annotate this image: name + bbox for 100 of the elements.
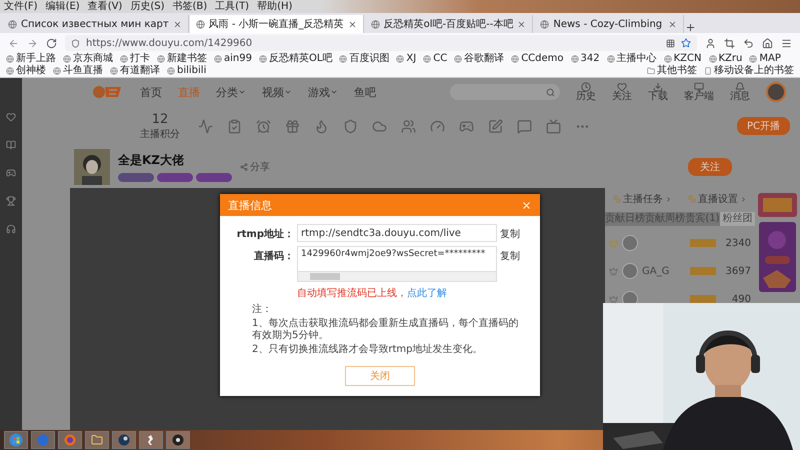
globe-icon — [8, 20, 17, 28]
menu-icon[interactable] — [781, 38, 792, 48]
nav-link[interactable]: 游戏 — [308, 84, 338, 100]
panel-link[interactable]: 直播设置 — [688, 192, 747, 206]
bookmark-folder[interactable]: 其他书签 — [647, 65, 697, 77]
browser-tab[interactable]: 风雨 - 小斯一碗直播_反恐精英 — [190, 15, 364, 33]
note-text: 1、每次点击获取推流码都会重新生成直播码，每个直播码的有效期为5分钟。 — [252, 318, 520, 342]
copy-link[interactable]: 复制 — [500, 246, 520, 263]
shield-icon[interactable] — [343, 118, 358, 134]
edit-icon[interactable] — [488, 118, 503, 134]
panel-link[interactable]: 主播任务 — [613, 192, 672, 206]
bookmark[interactable]: 创神楼 — [6, 65, 46, 77]
close-icon[interactable] — [348, 20, 357, 28]
bookmark[interactable]: ain99 — [214, 53, 252, 65]
folder-icon — [647, 67, 655, 75]
rtmp-field[interactable]: rtmp://sendtc3a.douyu.com/live — [297, 224, 497, 242]
rank-tab[interactable]: 粉丝团 — [720, 212, 755, 226]
globe-icon — [423, 55, 432, 63]
close-icon[interactable] — [517, 20, 526, 28]
new-tab-icon[interactable] — [685, 22, 696, 33]
close-icon[interactable] — [172, 20, 182, 28]
bookmark[interactable]: bilibili — [167, 65, 206, 77]
book-icon[interactable] — [6, 140, 16, 150]
headset-icon[interactable] — [6, 224, 16, 234]
user-menu-item[interactable]: 消息 — [730, 82, 750, 102]
gauge-icon[interactable] — [430, 118, 445, 134]
flame-icon[interactable] — [314, 118, 329, 134]
bookmark[interactable]: 斗鱼直播 — [53, 65, 103, 77]
user-name: GA_G — [642, 266, 670, 276]
menu-item[interactable]: 文件(F) — [4, 0, 38, 12]
bookmark[interactable]: CCdemo — [511, 53, 564, 65]
gift-icon[interactable] — [285, 118, 300, 134]
bookmark[interactable]: 反恐精英OL吧 — [258, 53, 332, 65]
bookmark[interactable]: 新建书签 — [157, 53, 207, 65]
globe-icon — [606, 55, 615, 63]
bookmark[interactable]: MAP — [749, 53, 781, 65]
nav-link[interactable]: 鱼吧 — [354, 84, 376, 100]
cloud-icon[interactable] — [372, 118, 387, 134]
bookmark[interactable]: KZCN — [664, 53, 702, 65]
home-icon[interactable] — [762, 38, 773, 48]
record-icon — [172, 434, 184, 446]
bookmark[interactable]: KZru — [708, 53, 742, 65]
bookmark[interactable]: 有道翻译 — [110, 65, 160, 77]
menu-item[interactable]: 帮助(H) — [257, 0, 292, 12]
menu-item[interactable]: 历史(S) — [130, 0, 164, 12]
bookmark[interactable]: 主播中心 — [606, 53, 657, 65]
alarm-icon[interactable] — [256, 118, 271, 134]
bookmark[interactable]: 打卡 — [120, 53, 150, 65]
account-icon[interactable] — [705, 38, 716, 48]
trophy-icon[interactable] — [6, 196, 16, 206]
grid-icon[interactable] — [666, 38, 675, 48]
nav-link[interactable]: 视频 — [262, 84, 292, 100]
menu-item[interactable]: 查看(V) — [88, 0, 122, 12]
user-menu-item[interactable]: 关注 — [612, 82, 632, 102]
tv-icon[interactable] — [546, 118, 561, 134]
reload-icon[interactable] — [46, 38, 57, 48]
scrollbar[interactable] — [297, 272, 497, 282]
taskbar-app[interactable] — [166, 431, 190, 449]
menu-item[interactable]: 书签(B) — [172, 0, 208, 12]
globe-icon — [120, 55, 128, 63]
bookmark[interactable]: 342 — [570, 53, 600, 65]
learn-more-link[interactable]: 点此了解 — [407, 286, 447, 300]
score: 2340 — [726, 238, 751, 248]
taskbar-app[interactable] — [112, 431, 136, 449]
score: 3697 — [726, 266, 751, 276]
bookmark[interactable]: 京东商城 — [63, 53, 113, 65]
forward-icon[interactable] — [27, 38, 38, 48]
download-icon — [653, 82, 663, 92]
users-icon[interactable] — [401, 118, 416, 134]
chat-icon[interactable] — [517, 118, 532, 134]
copy-link[interactable]: 复制 — [500, 224, 520, 241]
search-field[interactable] — [450, 84, 560, 100]
bookmark-folder[interactable]: 移动设备上的书签 — [704, 65, 794, 77]
start-button[interactable] — [4, 431, 28, 449]
pulse-icon[interactable] — [198, 118, 213, 134]
bookmark[interactable]: 谷歌翻译 — [454, 53, 504, 65]
field-label: 直播码： — [253, 250, 294, 263]
avatar[interactable] — [766, 82, 786, 102]
user-menu-item[interactable]: 客户端 — [684, 82, 714, 102]
code-field[interactable]: 1429960r4wmj2oe9?wsSecret=********* — [297, 246, 497, 272]
bookmark[interactable]: XJ — [396, 53, 416, 65]
user-menu-item[interactable]: 下载 — [648, 82, 668, 102]
undo-icon[interactable] — [743, 38, 754, 48]
back-icon[interactable] — [8, 38, 19, 48]
nav-link[interactable]: 分类 — [216, 84, 246, 100]
bookmark[interactable]: 新手上路 — [6, 53, 56, 65]
gamepad-icon[interactable] — [459, 118, 474, 134]
clipboard-icon[interactable] — [227, 118, 242, 134]
close-icon[interactable] — [668, 20, 678, 28]
bookmark[interactable]: 百度识图 — [339, 53, 390, 65]
crop-icon[interactable] — [724, 38, 735, 48]
bookmark[interactable]: CC — [423, 53, 448, 65]
heart-icon[interactable] — [6, 112, 16, 122]
user-menu-item[interactable]: 历史 — [576, 82, 596, 102]
menu-item[interactable]: 编辑(E) — [46, 0, 80, 12]
star-icon[interactable] — [681, 38, 691, 48]
gamepad-icon[interactable] — [6, 168, 16, 178]
nav-link[interactable]: 首页 — [140, 84, 162, 100]
menu-item[interactable]: 工具(T) — [215, 0, 250, 12]
address-field[interactable]: https://www.douyu.com/1429960 — [65, 35, 697, 51]
